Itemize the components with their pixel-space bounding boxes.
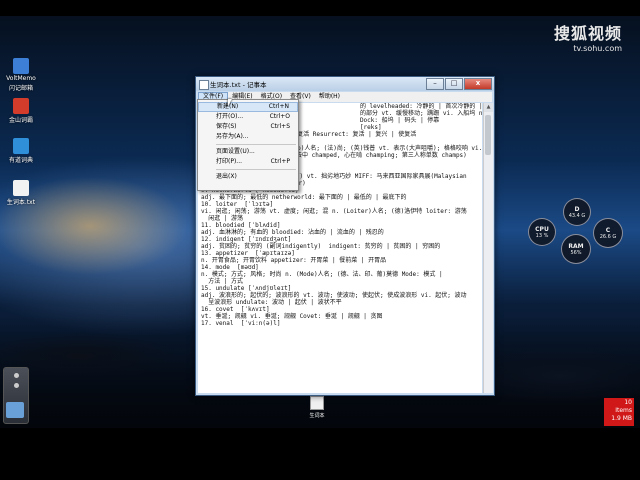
menu-item-shortcut: Ctrl+S — [270, 123, 290, 130]
editor-line: 15. undulate [ˈʌndjʊleɪt] — [201, 285, 292, 292]
editor-line: adj. 贫困的; 贫穷的 (副词indigently) indigent: 贫… — [201, 243, 441, 250]
editor-line: adj. 血淋淋的; 有血的 bloodied: 沾血的 | 流血的 | 残忍的 — [201, 229, 384, 236]
editor-line: vt. 垂涎; 觊觎 vi. 垂涎; 觊觎 Covet: 垂涎 | 觊觎 | 贪… — [201, 313, 383, 320]
menu-item-label: 打印(P)... — [216, 158, 243, 165]
gauge-label: C — [605, 226, 611, 234]
editor-line: 14. mode [məʊd] — [201, 264, 259, 271]
top-letterbox — [0, 0, 640, 16]
file-menu-dropdown: 新建(N) Ctrl+N 打开(O)... Ctrl+O 保存(S) Ctrl+S 另存为(… — [197, 99, 299, 191]
editor-line: 呈波浪形 undulate: 波动 | 起伏 | 波状不平 — [201, 299, 342, 306]
gauge-cpu: CPU 13 % — [528, 218, 556, 246]
menu-separator — [216, 144, 296, 145]
gauge-label: D — [574, 205, 580, 213]
desktop-icon-txt-file[interactable]: 生词本.txt — [2, 180, 40, 206]
menu-item-label: 页面设置(U)... — [216, 148, 255, 155]
scrollbar-thumb[interactable] — [485, 115, 491, 155]
file-menu-item[interactable]: 打开(O)... Ctrl+O — [198, 112, 298, 122]
editor-line: 10. loiter [ˈlɔɪtə] — [201, 201, 274, 208]
minimize-button[interactable]: – — [426, 78, 444, 90]
file-menu-item[interactable]: 另存为(A)... — [198, 132, 298, 142]
desktop-icon-label: 生词本.txt — [6, 199, 36, 206]
memory-badge: 10 Items 1.9 MB — [604, 398, 634, 426]
file-menu-item[interactable]: 保存(S) Ctrl+S — [198, 122, 298, 132]
menu-item-label: 另存为(A)... — [216, 133, 249, 140]
editor-line: 方法 | 方式 — [201, 278, 244, 285]
sohu-watermark: 搜狐视频 tv.sohu.com — [554, 20, 622, 53]
editor-line: 11. bloodied [ˈblʌdid] — [201, 222, 281, 229]
settings-icon — [13, 373, 19, 378]
memory-badge-items: Items — [615, 407, 632, 414]
editor-line: adj. 最下面的; 最低的 netherworld: 最下面的 | 最低的 |… — [201, 194, 407, 201]
gauge-disk-d: D 43.4 G — [563, 198, 591, 226]
voltmemo-app-icon — [13, 58, 29, 74]
window-title: 生词本.txt - 记事本 — [210, 81, 267, 89]
gauge-value: 43.4 G — [568, 212, 586, 219]
file-menu-item[interactable]: 页面设置(U)... — [198, 147, 298, 157]
youdao-dictionary-icon — [13, 138, 29, 154]
kingsoft-dictionary-icon — [13, 98, 29, 114]
menu-separator — [216, 169, 296, 170]
desktop-icon-kingsoft[interactable]: 金山词霸 — [2, 98, 40, 124]
desktop-file-shortcut[interactable]: 生词本 — [308, 396, 326, 419]
gauge-value: 13 % — [535, 232, 549, 239]
menu-help[interactable]: 帮助(H) — [315, 92, 344, 102]
editor-line: 16. covet [ˈkʌvɪt] — [201, 306, 270, 313]
system-monitor-gauges: D 43.4 G CPU 13 % C 26.6 G RAM 56% — [525, 198, 625, 278]
menu-item-label: 保存(S) — [216, 123, 237, 130]
mouse-pointer-icon — [228, 99, 232, 106]
info-icon — [13, 383, 19, 388]
close-button[interactable]: x — [464, 78, 492, 90]
editor-line: 13. appetizer [ˈæpɪtaɪzə] — [201, 250, 295, 257]
editor-line: 17. venal [ˈviːn(ə)l] — [201, 320, 281, 327]
gauge-value: 26.6 G — [599, 233, 617, 240]
gauge-ram: RAM 56% — [561, 234, 591, 264]
gauge-value: 56% — [570, 249, 582, 256]
finder-icon[interactable] — [6, 402, 24, 418]
memory-badge-size: 1.9 MB — [611, 415, 632, 422]
notepad-app-icon — [199, 80, 209, 90]
file-menu-item[interactable]: 新建(N) Ctrl+N — [198, 102, 298, 112]
text-file-icon — [13, 180, 29, 196]
menu-item-shortcut: Ctrl+P — [270, 158, 290, 165]
editor-line: adj. 波浪形的; 起伏的; 波浪形的 vt. 波动; 使波动; 使起伏; 使… — [201, 292, 467, 299]
desktop-file-label: 生词本 — [309, 413, 325, 419]
desktop-icon-sublabel: 闪记邮箱 — [8, 85, 33, 92]
menu-item-label: 打开(O)... — [216, 113, 244, 120]
file-menu-item[interactable]: 退出(X) — [198, 172, 298, 182]
scroll-up-icon[interactable]: ▲ — [484, 103, 493, 112]
menu-item-label: 退出(X) — [216, 173, 237, 180]
desktop-icon-label: VoltMemo — [6, 75, 36, 82]
desktop-icon-label: 有道词典 — [8, 157, 33, 164]
editor-line: n. 开胃食品; 开胃饮料 appetizer: 开胃菜 | 餐前菜 | 开胃品 — [201, 257, 387, 264]
bottom-letterbox — [0, 428, 640, 480]
gauge-label: RAM — [568, 242, 584, 250]
desktop-icon-youdao[interactable]: 有道词典 — [2, 138, 40, 164]
editor-line: 闲逛 | 游荡 — [201, 215, 244, 222]
maximize-button[interactable]: □ — [445, 78, 463, 90]
gauge-disk-c: C 26.6 G — [593, 218, 623, 248]
menu-item-shortcut: Ctrl+O — [269, 113, 290, 120]
editor-line: 12. indigent [ˈɪndɪdʒənt] — [201, 236, 292, 243]
watermark-url: tv.sohu.com — [573, 44, 622, 53]
desktop-icon-voltmemo[interactable]: VoltMemo 闪记邮箱 — [2, 58, 40, 92]
file-menu-item[interactable]: 打印(P)... Ctrl+P — [198, 157, 298, 167]
editor-line: vi. 闲逛; 闲荡; 游荡 vt. 虚度; 闲逛; 混 n. (Loiter)… — [201, 208, 467, 215]
memory-badge-count: 10 — [624, 399, 632, 406]
gauge-label: CPU — [535, 225, 549, 233]
menu-item-shortcut: Ctrl+N — [268, 103, 289, 110]
watermark-title: 搜狐视频 — [553, 24, 622, 43]
window-titlebar[interactable]: 生词本.txt - 记事本 – □ x — [196, 77, 494, 91]
text-file-icon — [310, 396, 324, 410]
desktop-icon-label: 金山词霸 — [8, 117, 33, 124]
editor-line: n. 模式; 方式; 风格; 时尚 n. (Mode)人名; (德、法、印、葡)… — [201, 271, 443, 278]
window-controls: – □ x — [425, 78, 492, 90]
vertical-scrollbar[interactable]: ▲ — [483, 103, 493, 393]
